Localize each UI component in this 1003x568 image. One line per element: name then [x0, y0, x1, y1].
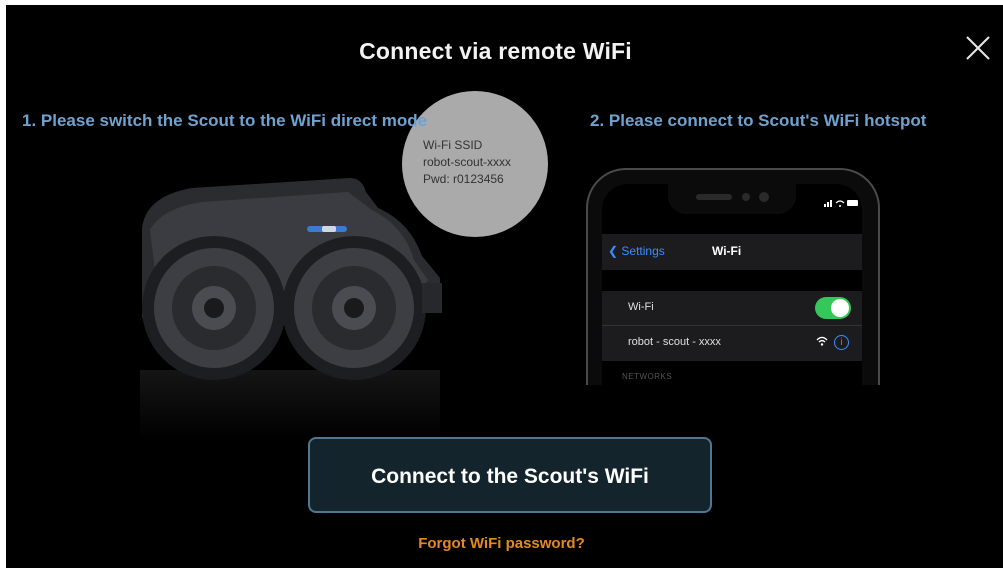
network-row[interactable]: robot - scout - xxxx i [602, 326, 862, 360]
step2-instruction: 2. Please connect to Scout's WiFi hotspo… [590, 111, 927, 130]
status-bar-icons [824, 200, 858, 207]
page-title: Connect via remote WiFi [359, 38, 632, 64]
wifi-signal-icon [816, 336, 828, 346]
settings-back-link[interactable]: ❮ Settings [608, 244, 665, 258]
forgot-password-link[interactable]: Forgot WiFi password? [0, 535, 1003, 552]
network-name: robot - scout - xxxx [628, 336, 721, 348]
settings-back-label: Settings [621, 244, 665, 258]
ssid-info: Wi-Fi SSID robot-scout-xxxx Pwd: r012345… [423, 137, 511, 188]
phone-mockup: ❮ Settings Wi-Fi Wi-Fi robot - scout - x… [586, 168, 880, 385]
phone-nav-bar: ❮ Settings Wi-Fi [602, 234, 862, 270]
ssid-password: Pwd: r0123456 [423, 172, 504, 186]
wifi-toggle-row: Wi-Fi [602, 291, 862, 326]
ssid-value: robot-scout-xxxx [423, 155, 512, 169]
chevron-left-icon: ❮ [608, 244, 619, 258]
wifi-row-label: Wi-Fi [628, 301, 654, 313]
step1-instruction: 1. Please switch the Scout to the WiFi d… [22, 111, 428, 130]
phone-screen: ❮ Settings Wi-Fi Wi-Fi robot - scout - x… [602, 184, 862, 385]
phone-notch [668, 184, 796, 214]
notch-sensors-icon [696, 192, 769, 202]
wifi-toggle[interactable] [815, 297, 851, 319]
ssid-label: Wi-Fi SSID [423, 138, 483, 152]
close-button[interactable] [963, 33, 993, 63]
wifi-settings-group: Wi-Fi robot - scout - xxxx i [602, 291, 862, 361]
networks-header: NETWORKS [622, 372, 673, 381]
close-icon [966, 36, 990, 60]
scout-robot-image [142, 178, 442, 380]
info-icon[interactable]: i [834, 335, 849, 350]
phone-nav-title: Wi-Fi [712, 244, 742, 258]
connect-wifi-button[interactable]: Connect to the Scout's WiFi [308, 437, 712, 513]
